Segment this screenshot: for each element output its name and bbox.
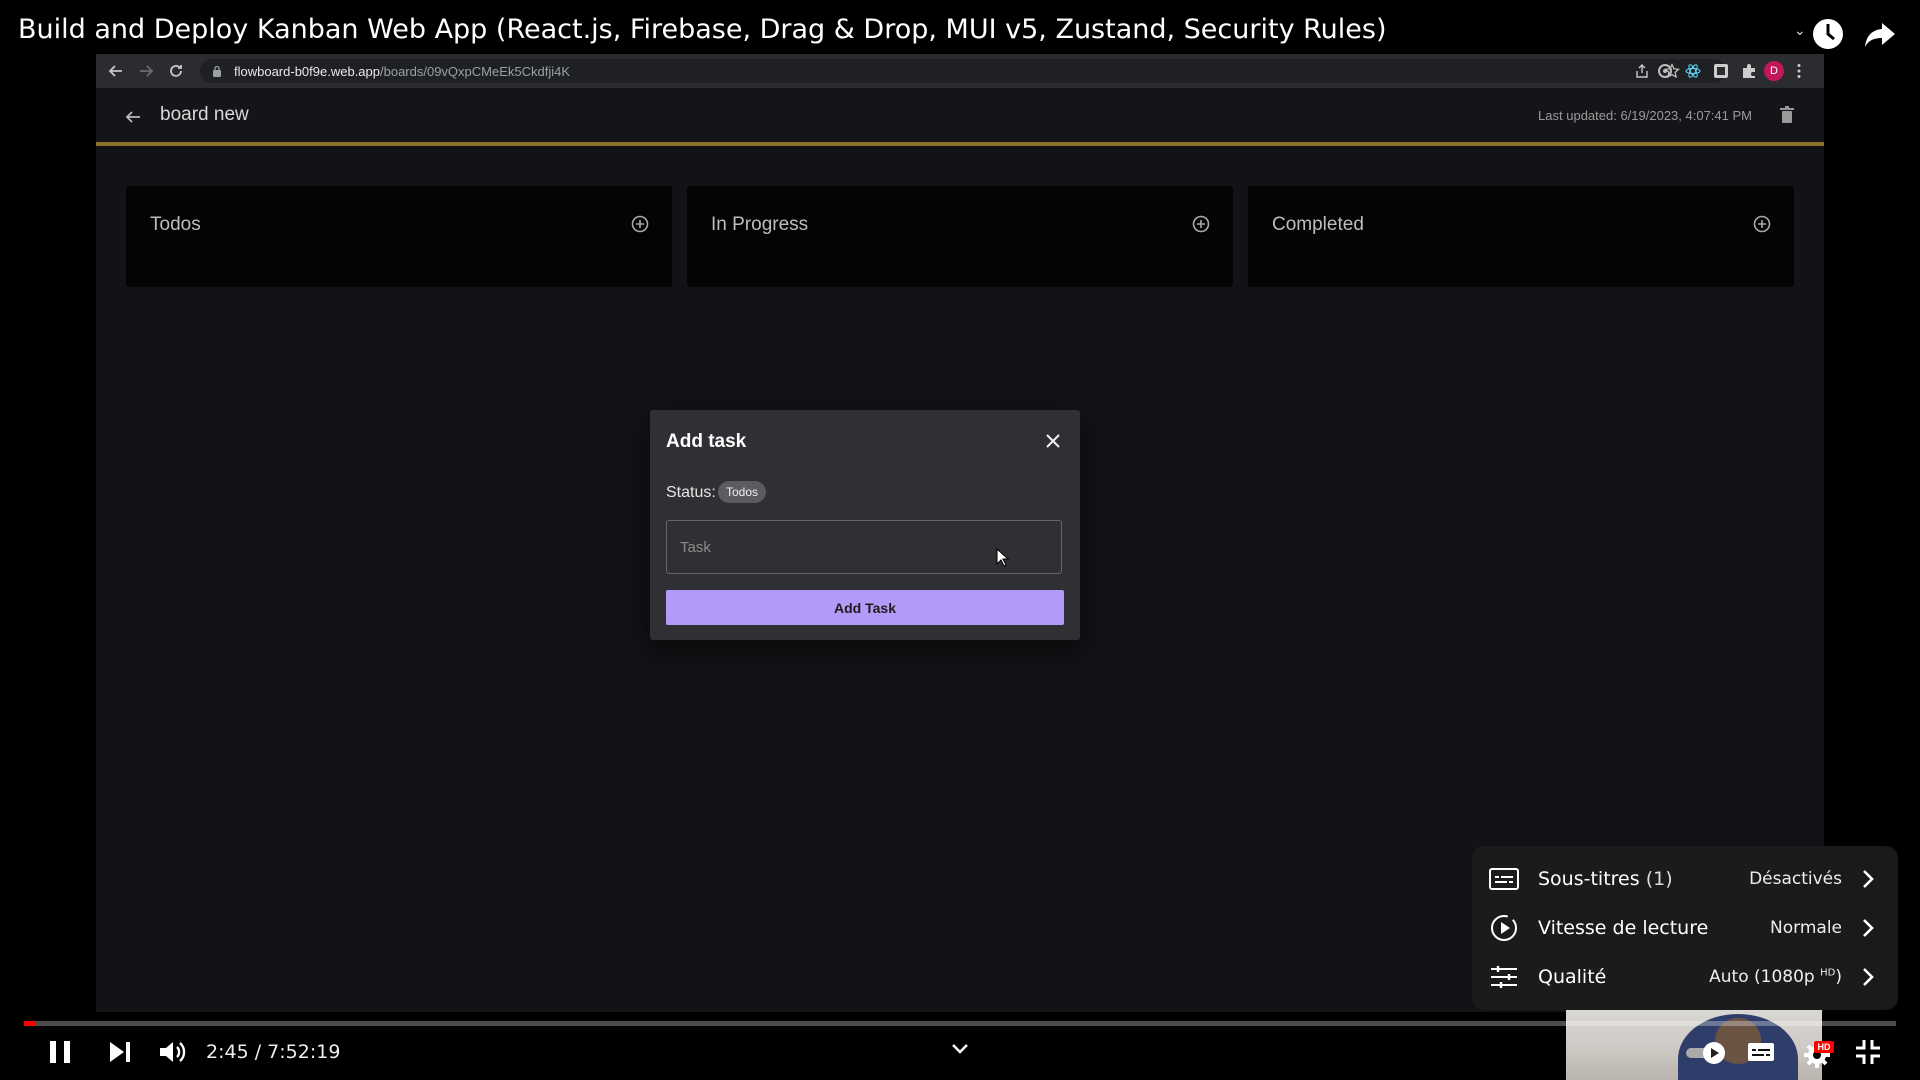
puzzle-extensions-icon[interactable] <box>1740 62 1758 80</box>
column-title: Completed <box>1272 214 1364 235</box>
board-title: board new <box>160 104 249 125</box>
next-icon[interactable] <box>104 1036 136 1068</box>
menu-item-subtitles[interactable]: Sous-titres (1) Désactivés <box>1472 854 1898 903</box>
share-page-icon[interactable] <box>1634 63 1650 79</box>
avatar-letter: D <box>1770 65 1778 77</box>
progress-played <box>24 1021 36 1026</box>
settings-button[interactable]: HD <box>1800 1036 1840 1072</box>
menu-item-value: Normale <box>1770 918 1842 938</box>
add-task-dialog: Add task Status: Todos Add Task <box>650 410 1080 640</box>
lock-icon <box>213 65 221 77</box>
subtitles-icon <box>1489 868 1519 890</box>
add-circle-icon[interactable] <box>630 214 650 234</box>
time-display: 2:45 / 7:52:19 <box>206 1041 341 1063</box>
menu-item-label: Sous-titres (1) <box>1538 868 1673 890</box>
chevron-right-icon <box>1863 919 1874 937</box>
column-todos: Todos <box>126 186 672 287</box>
autoplay-toggle-icon[interactable] <box>1684 1040 1736 1066</box>
status-chip: Todos <box>718 481 767 503</box>
menu-item-label: Vitesse de lecture <box>1538 917 1709 939</box>
close-icon[interactable] <box>1044 432 1062 450</box>
url-text: flowboard-b0f9e.web.app/boards/09vQxpCMe… <box>234 64 570 79</box>
settings-menu: Sous-titres (1) Désactivés Vitesse de le… <box>1472 846 1898 1010</box>
react-devtools-icon[interactable] <box>1684 62 1702 80</box>
address-bar[interactable]: flowboard-b0f9e.web.app/boards/09vQxpCMe… <box>200 59 1726 83</box>
back-arrow-icon[interactable] <box>124 108 142 126</box>
menu-item-quality[interactable]: Qualité Auto (1080p HD) <box>1472 952 1898 1001</box>
back-arrow-icon[interactable] <box>106 61 126 81</box>
forward-arrow-icon[interactable] <box>136 61 156 81</box>
chevron-right-icon <box>1863 870 1874 888</box>
browser-toolbar: flowboard-b0f9e.web.app/boards/09vQxpCMe… <box>96 54 1824 88</box>
add-task-button[interactable]: Add Task <box>666 590 1064 625</box>
progress-bar[interactable] <box>24 1021 1896 1026</box>
mouse-cursor-icon <box>996 548 1010 567</box>
column-title: Todos <box>150 214 201 235</box>
hd-badge: HD <box>1814 1041 1834 1053</box>
exit-fullscreen-icon[interactable] <box>1852 1036 1884 1068</box>
url-path: /boards/09vQxpCMeEk5Ckdfji4K <box>380 64 571 79</box>
duration: 7:52:19 <box>267 1041 341 1063</box>
menu-item-value: Désactivés <box>1749 869 1842 889</box>
add-circle-icon[interactable] <box>1191 214 1211 234</box>
playback-speed-icon <box>1491 915 1517 941</box>
profile-avatar[interactable]: D <box>1764 61 1784 81</box>
pause-icon[interactable] <box>44 1036 76 1068</box>
dialog-title: Add task <box>666 431 747 452</box>
last-updated-text: Last updated: 6/19/2023, 4:07:41 PM <box>1538 108 1752 123</box>
share-icon[interactable] <box>1862 16 1898 52</box>
title-chevron-down-icon[interactable]: ⌄ <box>1794 22 1806 39</box>
column-title: In Progress <box>711 214 809 235</box>
url-host: flowboard-b0f9e.web.app <box>234 64 380 79</box>
board-header: board new Last updated: 6/19/2023, 4:07:… <box>96 88 1824 146</box>
menu-item-label: Qualité <box>1538 966 1607 988</box>
video-title: Build and Deploy Kanban Web App (React.j… <box>18 14 1387 45</box>
column-in-progress: In Progress <box>687 186 1233 287</box>
volume-icon[interactable] <box>156 1036 188 1068</box>
current-time: 2:45 <box>206 1041 249 1063</box>
status-label: Status: <box>666 484 716 501</box>
quality-sliders-icon <box>1491 966 1517 988</box>
trash-icon[interactable] <box>1780 106 1794 124</box>
extension-circle-icon[interactable] <box>1656 62 1674 80</box>
menu-item-value: Auto (1080p HD) <box>1709 967 1842 987</box>
kebab-menu-icon[interactable] <box>1790 62 1808 80</box>
subtitles-icon[interactable] <box>1745 1036 1777 1068</box>
chevron-right-icon <box>1863 968 1874 986</box>
chevron-down-icon[interactable] <box>950 1042 970 1056</box>
column-completed: Completed <box>1248 186 1794 287</box>
extension-square-icon[interactable] <box>1712 62 1730 80</box>
reload-icon[interactable] <box>166 61 186 81</box>
clock-icon[interactable] <box>1810 16 1846 52</box>
add-circle-icon[interactable] <box>1752 214 1772 234</box>
menu-item-playback-speed[interactable]: Vitesse de lecture Normale <box>1472 903 1898 952</box>
